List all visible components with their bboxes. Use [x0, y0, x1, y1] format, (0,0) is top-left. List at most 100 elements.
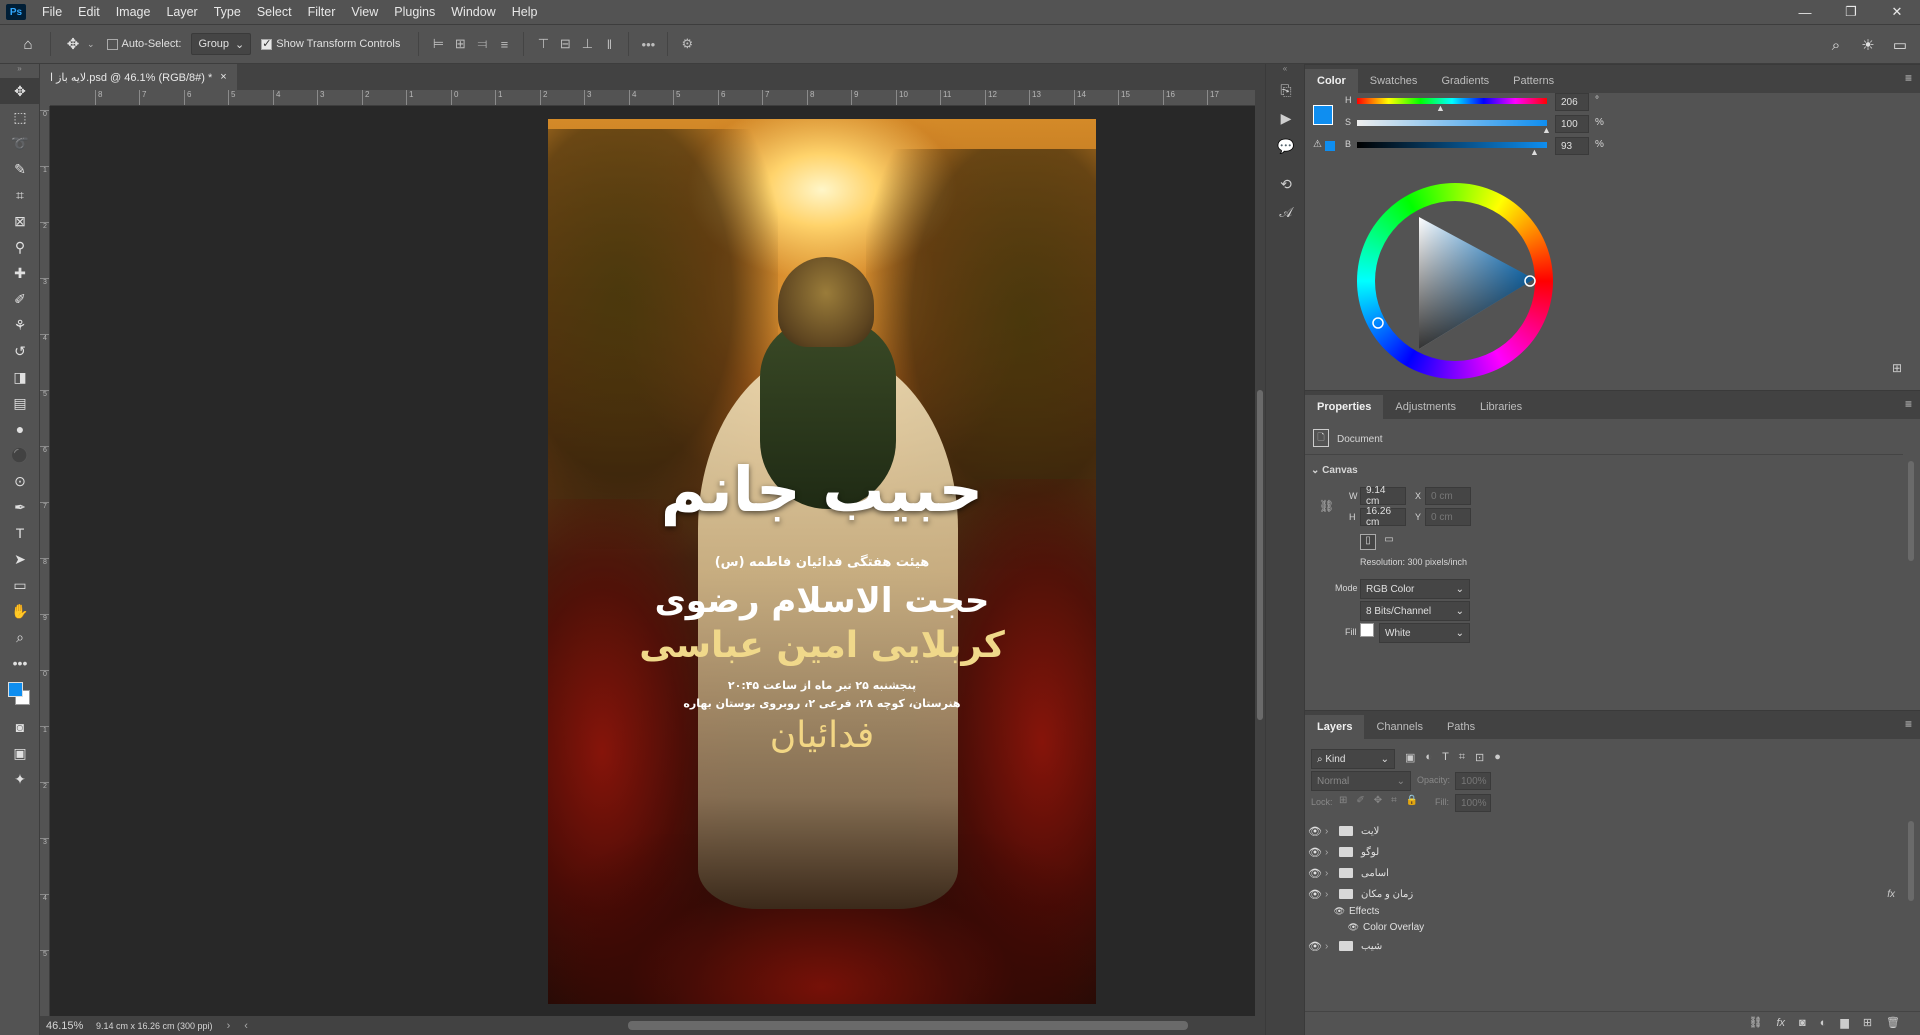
tab-color[interactable]: Color [1305, 69, 1358, 93]
vertical-ruler[interactable]: 0 1 2 3 4 5 6 7 8 9 0 1 2 3 4 5 [40, 106, 50, 1016]
workspace-icon[interactable]: ▭ [1886, 31, 1914, 59]
fill-select[interactable]: White ⌄ [1379, 623, 1470, 643]
slider-thumb-icon[interactable]: ▲ [1542, 125, 1551, 135]
pen-tool-icon[interactable]: ✒ [0, 494, 40, 520]
comments-icon[interactable]: 💬 [1266, 132, 1306, 160]
slider-thumb-icon[interactable]: ▲ [1436, 103, 1445, 113]
move-tool-preset-icon[interactable]: ✥ [59, 30, 87, 58]
vertical-scrollbar[interactable] [1255, 90, 1265, 1016]
foreground-color-swatch[interactable] [1313, 105, 1333, 125]
shape-filter-icon[interactable]: ⌗ [1459, 751, 1465, 764]
menu-plugins[interactable]: Plugins [386, 0, 443, 24]
y-field[interactable]: 0 cm [1425, 508, 1471, 526]
menu-type[interactable]: Type [206, 0, 249, 24]
add-layer-style-icon[interactable]: fx [1776, 1017, 1785, 1029]
distribute-vertical-icon[interactable]: ≡ [493, 33, 515, 55]
align-top-icon[interactable]: ⊤ [532, 33, 554, 55]
color-triangle[interactable] [1357, 183, 1553, 379]
lock-position-icon[interactable]: ✥ [1374, 795, 1382, 806]
poster-artwork[interactable]: حبیب جانم هیئت هفتگی فدائیان فاطمه (س) ح… [548, 119, 1096, 1004]
hue-value[interactable]: 206 [1555, 93, 1589, 111]
horizontal-ruler[interactable]: 8 7 6 5 4 3 2 1 0 1 2 3 4 5 6 7 8 9 10 1… [50, 90, 1255, 106]
layer-row[interactable]: 👁 › لایت [1305, 821, 1905, 841]
close-tab-icon[interactable]: × [220, 71, 226, 83]
layer-row[interactable]: 👁 › شیب [1305, 936, 1905, 956]
dodge-tool-icon[interactable]: ⚫ [0, 442, 40, 468]
tab-properties[interactable]: Properties [1305, 395, 1384, 419]
menu-help[interactable]: Help [504, 0, 546, 24]
collapse-icon[interactable]: » [0, 64, 39, 78]
new-adjustment-layer-icon[interactable]: ◐ [1820, 1017, 1827, 1029]
slider-thumb-icon[interactable]: ▲ [1530, 147, 1539, 157]
add-swatch-icon[interactable]: ⊞ [1892, 361, 1902, 375]
clone-stamp-icon[interactable]: ⚘ [0, 312, 40, 338]
tab-layers[interactable]: Layers [1305, 715, 1365, 739]
visibility-eye-icon[interactable]: 👁 [1305, 922, 1363, 933]
horizontal-scrollbar[interactable] [628, 1021, 1188, 1030]
panel-menu-icon[interactable]: ≡ [1905, 717, 1912, 731]
settings-gear-icon[interactable]: ⚙ [676, 33, 698, 55]
align-vertical-center-icon[interactable]: ⊟ [554, 33, 576, 55]
home-icon[interactable]: ⌂ [14, 30, 42, 58]
layers-scrollbar[interactable] [1908, 821, 1914, 901]
expand-chevron-icon[interactable]: › [1325, 868, 1335, 879]
collapse-icon[interactable]: « [1266, 64, 1304, 76]
align-horizontal-center-icon[interactable]: ⊞ [449, 33, 471, 55]
align-bottom-icon[interactable]: ⊥ [576, 33, 598, 55]
foreground-color-swatch[interactable] [8, 682, 23, 697]
lock-pixels-icon[interactable]: ✐ [1356, 795, 1364, 806]
spot-healing-brush-icon[interactable]: ✚ [0, 260, 40, 286]
visibility-eye-icon[interactable]: 👁 [1305, 906, 1349, 917]
layer-effect-row[interactable]: 👁 Color Overlay [1305, 919, 1905, 935]
show-transform-controls-checkbox[interactable]: Show Transform Controls [261, 37, 400, 50]
link-layers-icon[interactable]: ⛓ [1749, 1016, 1763, 1029]
visibility-eye-icon[interactable]: 👁 [1305, 825, 1325, 838]
blur-tool-icon[interactable]: ● [0, 416, 40, 442]
align-right-icon[interactable]: ⫤ [471, 33, 493, 55]
tab-adjustments[interactable]: Adjustments [1383, 395, 1468, 419]
rectangle-tool-icon[interactable]: ▭ [0, 572, 40, 598]
history-icon[interactable]: ⎘ [1266, 76, 1306, 104]
pixel-filter-icon[interactable]: ▣ [1405, 751, 1415, 764]
landscape-orientation-icon[interactable]: ▭ [1381, 534, 1397, 550]
new-group-icon[interactable]: ▆ [1840, 1016, 1848, 1029]
minimize-icon[interactable]: — [1782, 0, 1828, 24]
fill-field[interactable]: 100% [1455, 794, 1491, 812]
menu-file[interactable]: File [34, 0, 70, 24]
generative-icon[interactable]: ✦ [0, 766, 40, 792]
distribute-horizontal-icon[interactable]: ‖ [598, 33, 620, 55]
brightness-value[interactable]: 93 [1555, 137, 1589, 155]
menu-filter[interactable]: Filter [300, 0, 344, 24]
menu-window[interactable]: Window [443, 0, 503, 24]
lock-transparency-icon[interactable]: ⊞ [1339, 795, 1347, 806]
ruler-origin[interactable] [40, 90, 50, 106]
menu-select[interactable]: Select [249, 0, 300, 24]
adjustment-filter-icon[interactable]: ◐ [1425, 751, 1432, 764]
width-field[interactable]: 9.14 cm [1360, 485, 1406, 507]
align-left-icon[interactable]: ⊨ [427, 33, 449, 55]
delete-layer-icon[interactable]: 🗑 [1886, 1016, 1900, 1029]
canvas-section-header[interactable]: ⌄ Canvas [1311, 465, 1358, 476]
tab-channels[interactable]: Channels [1364, 715, 1434, 739]
visibility-eye-icon[interactable]: 👁 [1305, 867, 1325, 880]
fill-swatch[interactable] [1360, 623, 1374, 637]
height-field[interactable]: 16.26 cm [1360, 506, 1406, 528]
menu-view[interactable]: View [343, 0, 386, 24]
saturation-slider[interactable] [1357, 120, 1547, 126]
layer-effects-row[interactable]: 👁 Effects [1305, 903, 1905, 919]
frame-tool-icon[interactable]: ⊠ [0, 208, 40, 234]
saturation-value[interactable]: 100 [1555, 115, 1589, 133]
brush-tool-icon[interactable]: ✐ [0, 286, 40, 312]
path-selection-icon[interactable]: ➤ [0, 546, 40, 572]
screen-mode-icon[interactable]: ▣ [0, 740, 40, 766]
hand-tool-icon[interactable]: ✋ [0, 598, 40, 624]
layer-row[interactable]: 👁 › لوگو [1305, 842, 1905, 862]
restore-icon[interactable]: ❐ [1828, 0, 1874, 24]
bit-depth-select[interactable]: 8 Bits/Channel ⌄ [1360, 601, 1470, 621]
smart-object-filter-icon[interactable]: ⊡ [1475, 751, 1484, 764]
tab-swatches[interactable]: Swatches [1358, 69, 1430, 93]
panel-menu-icon[interactable]: ≡ [1905, 71, 1912, 85]
lock-artboard-icon[interactable]: ⌗ [1391, 795, 1397, 806]
expand-chevron-icon[interactable]: › [1325, 889, 1335, 900]
crop-tool-icon[interactable]: ⌗ [0, 182, 40, 208]
